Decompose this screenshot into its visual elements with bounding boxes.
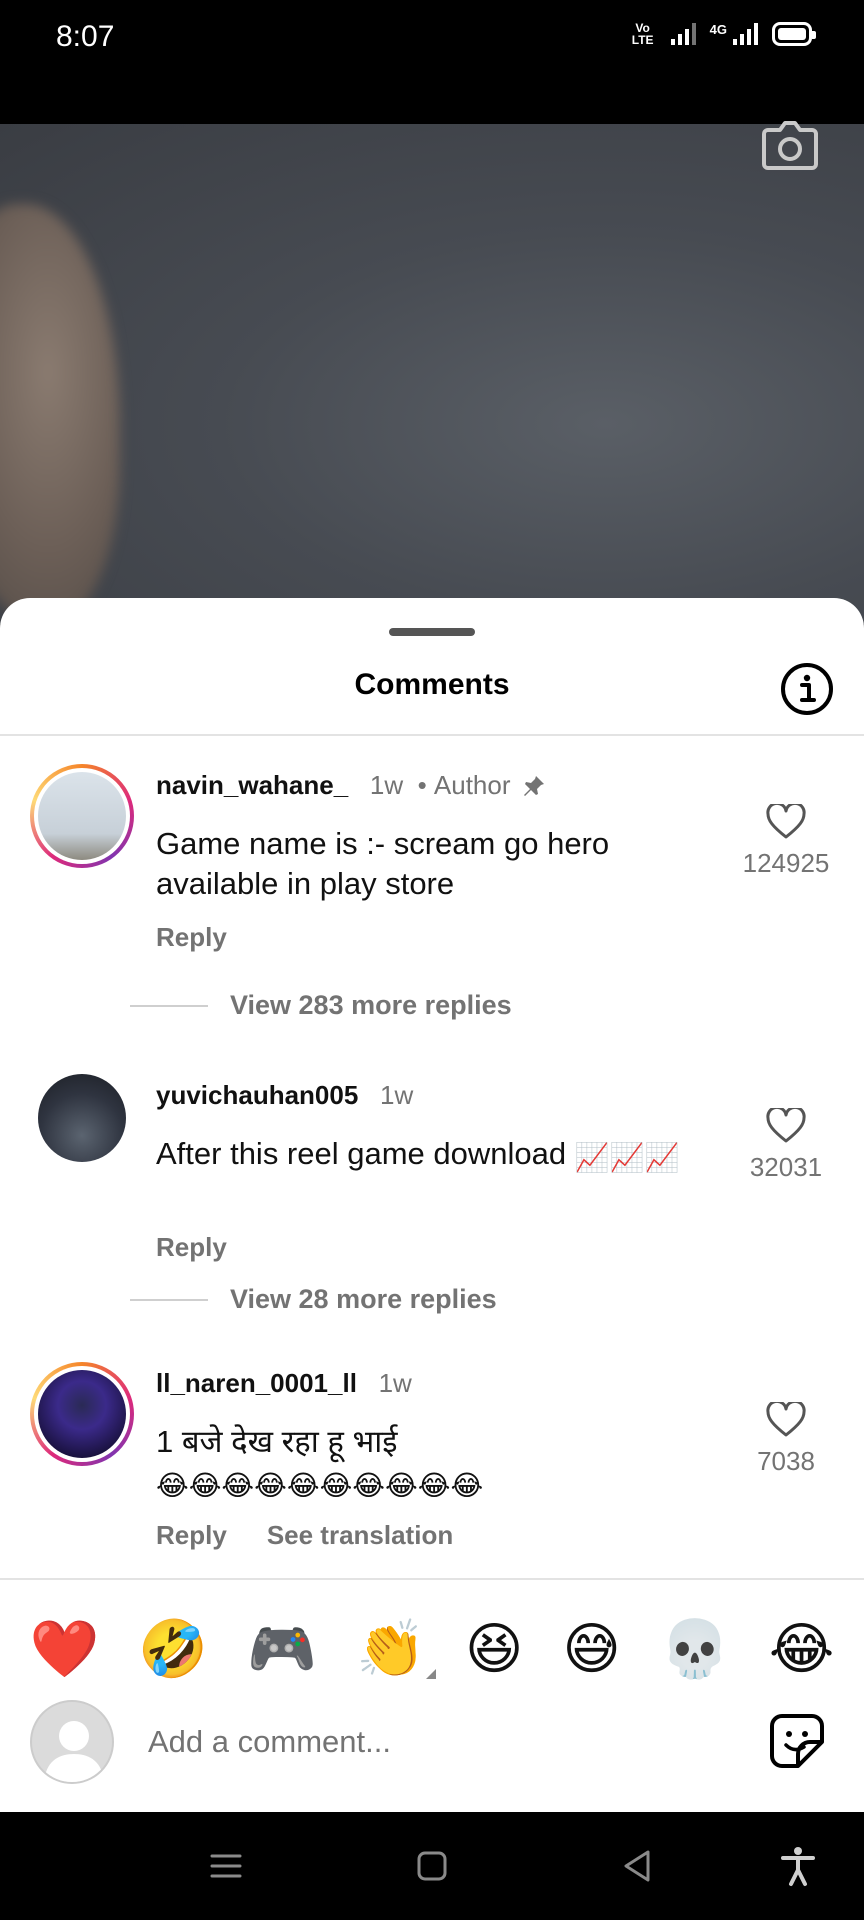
comment-emoji: 😂😂😂😂😂😂😂😂😂😂 <box>156 1470 484 1501</box>
composer-divider <box>0 1578 864 1580</box>
emoji-quick-bar: ❤️ 🤣 🎮 👏 😆 😅 💀 😂 <box>0 1602 864 1696</box>
view-replies-button[interactable]: View 28 more replies <box>130 1284 497 1315</box>
sheet-title: Comments <box>354 668 510 701</box>
reply-button[interactable]: Reply <box>156 1520 227 1551</box>
volte-indicator: Vo LTE <box>631 21 654 47</box>
replies-line <box>130 1004 208 1007</box>
comment-text: Game name is :- scream go hero available… <box>156 826 610 901</box>
view-replies-label[interactable]: View 28 more replies <box>230 1284 497 1315</box>
replies-line <box>130 1298 208 1301</box>
video-subject <box>0 204 120 624</box>
comment-text: 1 बजे देख रहा हू भाई 😂😂😂😂😂😂😂😂😂😂 <box>156 1422 716 1502</box>
comment-input[interactable] <box>148 1720 708 1764</box>
video-top-band <box>0 76 864 124</box>
see-translation-button[interactable]: See translation <box>267 1520 453 1551</box>
comment-username[interactable]: yuvichauhan005 <box>156 1080 358 1110</box>
reply-button[interactable]: Reply <box>156 1232 227 1263</box>
avatar[interactable] <box>38 1074 126 1162</box>
comment-age: 1w <box>369 770 404 800</box>
comment-username[interactable]: navin_wahane_ <box>156 770 348 800</box>
heart-outline-icon[interactable] <box>766 804 806 840</box>
like-count: 124925 <box>742 848 830 878</box>
like-button[interactable]: 32031 <box>726 1108 846 1183</box>
accessibility-icon[interactable] <box>776 1844 820 1888</box>
comment-meta: ll_naren_0001_ll 1w <box>156 1368 412 1399</box>
author-badge: Author <box>433 770 511 800</box>
emoji-game-controller[interactable]: 🎮 <box>247 1621 317 1677</box>
menu-icon[interactable] <box>204 1844 248 1888</box>
drag-handle[interactable] <box>389 628 475 636</box>
like-count: 32031 <box>749 1152 823 1182</box>
emoji-sweat-smile[interactable]: 😅 <box>563 1621 621 1677</box>
like-count: 7038 <box>757 1446 815 1476</box>
avatar[interactable] <box>30 1362 134 1466</box>
comment-text-body: 1 बजे देख रहा हू भाई <box>156 1424 398 1459</box>
like-button[interactable]: 124925 <box>726 804 846 879</box>
comment-meta: navin_wahane_ 1w • Author <box>156 770 546 801</box>
comment-text: After this reel game download 📈📈📈 <box>156 1134 716 1174</box>
reel-video[interactable] <box>0 124 864 624</box>
system-nav-bar <box>0 1812 864 1920</box>
comment-username[interactable]: ll_naren_0001_ll <box>156 1368 357 1398</box>
comment-composer <box>0 1698 864 1798</box>
home-square-icon[interactable] <box>410 1844 454 1888</box>
emoji-clap[interactable]: 👏 <box>356 1621 436 1679</box>
emoji-laughing[interactable]: 😆 <box>465 1621 523 1677</box>
back-triangle-icon[interactable] <box>616 1844 660 1888</box>
status-time: 8:07 <box>56 20 115 53</box>
comment-meta: yuvichauhan005 1w <box>156 1080 413 1111</box>
emoji-rofl[interactable]: 🤣 <box>138 1621 208 1677</box>
heart-outline-icon[interactable] <box>766 1402 806 1438</box>
emoji-joy[interactable]: 😂 <box>769 1621 834 1677</box>
comments-sheet: Comments navin_wahane_ 1w • Author Game … <box>0 598 864 1812</box>
comment-actions: Reply <box>156 1232 227 1263</box>
avatar[interactable] <box>30 764 134 868</box>
reply-button[interactable]: Reply <box>156 922 227 953</box>
comment-emoji: 📈📈📈 <box>574 1142 680 1173</box>
my-avatar <box>30 1700 114 1784</box>
status-bar: 8:07 Vo LTE 4G <box>0 0 864 76</box>
comment-age: 1w <box>378 1368 412 1398</box>
network-type-label: 4G <box>709 22 727 37</box>
comment-actions: Reply See translation <box>156 1520 453 1551</box>
signal-bars-2-icon <box>733 23 758 45</box>
view-replies-button[interactable]: View 283 more replies <box>130 990 512 1021</box>
battery-icon <box>772 22 816 46</box>
heart-outline-icon[interactable] <box>766 1108 806 1144</box>
view-replies-label[interactable]: View 283 more replies <box>230 990 512 1021</box>
sticker-icon[interactable] <box>768 1712 826 1770</box>
emoji-skull[interactable]: 💀 <box>660 1621 730 1677</box>
comment-age: 1w <box>379 1080 414 1110</box>
signal-bars-icon <box>670 23 696 45</box>
comment-actions: Reply <box>156 922 227 953</box>
comment-text-body: After this reel game download <box>156 1136 567 1171</box>
header-divider <box>0 734 864 736</box>
status-icons: Vo LTE 4G <box>629 21 816 47</box>
emoji-heart[interactable]: ❤️ <box>30 1621 100 1677</box>
default-avatar-icon <box>44 1721 104 1782</box>
like-button[interactable]: 7038 <box>726 1402 846 1477</box>
info-icon[interactable] <box>780 662 834 716</box>
camera-icon[interactable] <box>760 118 820 172</box>
pin-icon <box>523 776 544 796</box>
